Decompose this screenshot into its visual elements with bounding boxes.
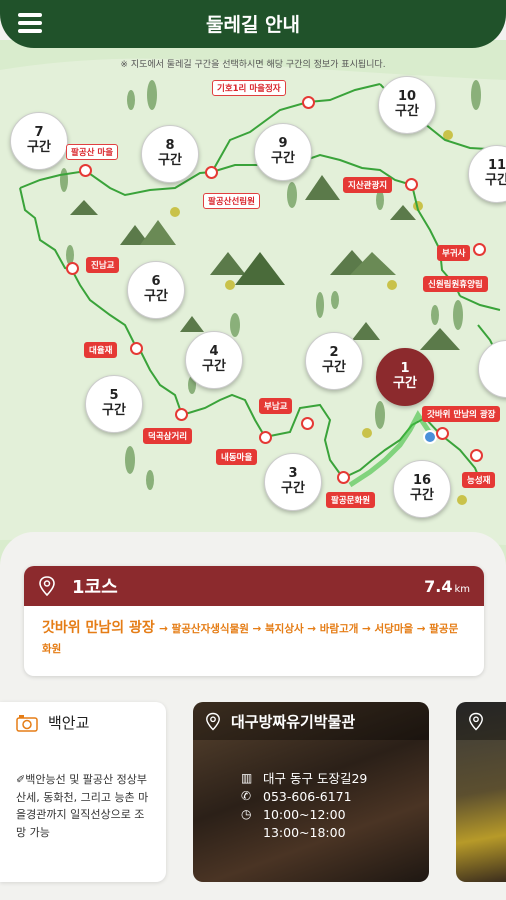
next-spot-card[interactable] (456, 702, 506, 882)
section-4-button[interactable]: 4 구간 (185, 331, 243, 389)
place-label[interactable]: 부귀사 (437, 245, 471, 261)
place-label[interactable]: 덕곡삼거리 (143, 428, 193, 444)
section-7-button[interactable]: 7 구간 (10, 112, 68, 170)
course-route: 갓바위 만남의 광장 → 팔공산자생식물원 → 북지상사 → 바람고개 → 서당… (24, 606, 484, 670)
place-label[interactable]: 신원림원휴양림 (423, 276, 488, 292)
place-label[interactable]: 팔공산 마을 (66, 144, 119, 160)
phone-icon: ✆ (241, 789, 252, 804)
next-spot-header (456, 702, 506, 740)
map-notice: ※ 지도에서 둘레길 구간을 선택하시면 해당 구간의 정보가 표시됩니다. (120, 60, 386, 70)
camera-icon (16, 714, 38, 732)
place-dot[interactable] (302, 96, 315, 109)
place-dot[interactable] (175, 408, 188, 421)
course-distance: 7.4 km (424, 576, 470, 596)
place-dot[interactable] (301, 417, 314, 430)
route-start: 갓바위 만남의 광장 (42, 620, 155, 636)
place-label[interactable]: 대율재 (84, 342, 118, 358)
map-icon: ▥ (241, 771, 253, 785)
place-dot[interactable] (473, 243, 486, 256)
app-header: 둘레길 안내 (0, 0, 506, 48)
place-dot[interactable] (470, 449, 483, 462)
place-dot[interactable] (436, 427, 449, 440)
place-label[interactable]: 진남교 (86, 257, 120, 273)
location-pin-icon (206, 712, 220, 731)
section-5-button[interactable]: 5 구간 (85, 375, 143, 433)
course-header: 1코스 7.4 km (24, 566, 484, 606)
place-dot[interactable] (79, 164, 92, 177)
section-8-button[interactable]: 8 구간 (141, 125, 199, 183)
section-9-button[interactable]: 9 구간 (254, 123, 312, 181)
course-card[interactable]: 1코스 7.4 km 갓바위 만남의 광장 → 팔공산자생식물원 → 북지상사 →… (24, 566, 484, 676)
course-name: 1코스 (72, 577, 118, 598)
place-dot[interactable] (405, 178, 418, 191)
section-6-button[interactable]: 6 구간 (127, 261, 185, 319)
spot-description: ✐백안능선 및 팔공산 정상부 산세, 동화천, 그리고 능촌 마을경관까지 일… (16, 773, 149, 839)
place-dot[interactable] (337, 471, 350, 484)
place-label[interactable]: 지산관광지 (343, 177, 393, 193)
trail-map[interactable]: ※ 지도에서 둘레길 구간을 선택하시면 해당 구간의 정보가 표시됩니다. 7… (0, 40, 506, 565)
museum-hours-am: 10:00~12:00 (263, 807, 346, 823)
place-dot[interactable] (66, 262, 79, 275)
museum-header: 대구방짜유기박물관 (193, 702, 429, 740)
place-label[interactable]: 갓바위 만남의 광장 (422, 406, 501, 422)
location-pin-icon (39, 576, 55, 596)
place-dot[interactable] (205, 166, 218, 179)
museum-hours-pm: 13:00~18:00 (263, 825, 346, 841)
section-2-button[interactable]: 2 구간 (305, 332, 363, 390)
section-1-button[interactable]: 1 구간 (376, 348, 434, 406)
section-16-button[interactable]: 16 구간 (393, 460, 451, 518)
spot-title: 백안교 (16, 712, 150, 733)
page-title: 둘레길 안내 (205, 14, 300, 36)
place-label[interactable]: 내동마을 (216, 449, 258, 465)
section-3-button[interactable]: 3 구간 (264, 453, 322, 511)
museum-title: 대구방짜유기박물관 (231, 712, 356, 731)
place-label[interactable]: 능성재 (462, 472, 496, 488)
clock-icon: ◷ (241, 807, 252, 822)
museum-address: 대구 동구 도장길29 (263, 771, 368, 786)
museum-info: ▥ 대구 동구 도장길29 ✆ 053-606-6171 ◷ 10:00~12:00 1… (241, 770, 367, 843)
place-label[interactable]: 팔공산선림원 (203, 193, 260, 209)
section-10-button[interactable]: 10 구간 (378, 76, 436, 134)
museum-card[interactable]: 대구방짜유기박물관 ▥ 대구 동구 도장길29 ✆ 053-606-6171 ◷ 10… (193, 702, 429, 882)
place-label[interactable]: 기호1리 마을정자 (212, 80, 286, 96)
place-dot[interactable] (259, 431, 272, 444)
place-label[interactable]: 부남교 (259, 398, 293, 414)
museum-phone[interactable]: 053-606-6171 (263, 788, 352, 806)
place-dot[interactable] (130, 342, 143, 355)
location-pin-icon (469, 712, 483, 731)
spot-card-baekangyo[interactable]: 백안교 ✐백안능선 및 팔공산 정상부 산세, 동화천, 그리고 능촌 마을경관… (0, 702, 166, 882)
place-label[interactable]: 팔공문화원 (326, 492, 376, 508)
